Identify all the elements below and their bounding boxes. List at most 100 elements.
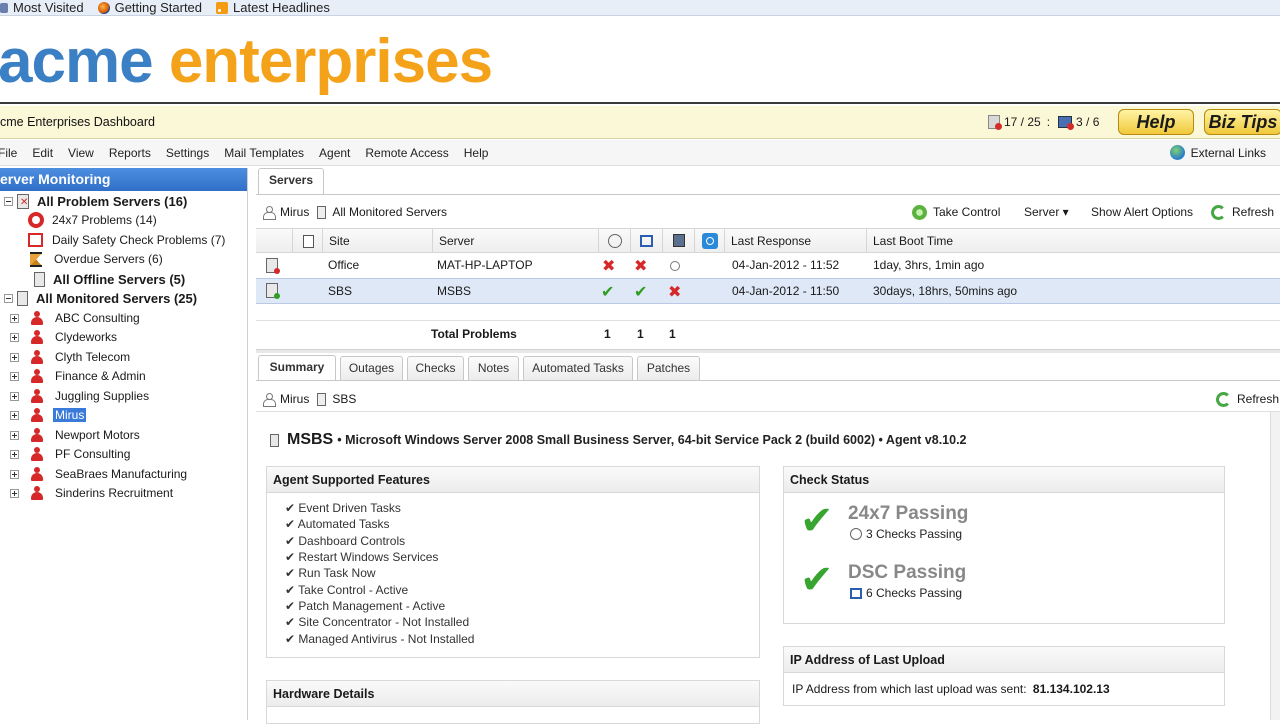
pass-tick-icon: ✔ bbox=[634, 284, 648, 301]
tree-overdue-servers[interactable]: Overdue Servers (6) bbox=[28, 250, 163, 268]
clock-icon bbox=[850, 528, 862, 540]
status-24x7-sub: 3 Checks Passing bbox=[850, 527, 962, 541]
tab-outages[interactable]: Outages bbox=[340, 356, 403, 380]
col-last-response[interactable]: Last Response bbox=[724, 229, 866, 253]
server-icon bbox=[17, 290, 28, 306]
status-24x7-count: 3 Checks Passing bbox=[866, 527, 963, 541]
panel-splitter[interactable] bbox=[256, 349, 1280, 353]
tab-servers[interactable]: Servers bbox=[258, 168, 324, 194]
expand-icon[interactable] bbox=[10, 488, 19, 498]
problem-count[interactable]: 17 / 25 bbox=[1004, 115, 1041, 129]
tree-label: Juggling Supplies bbox=[55, 389, 150, 403]
show-alert-options-button[interactable]: Show Alert Options bbox=[1091, 205, 1193, 219]
tree-client-selected[interactable]: Mirus bbox=[10, 406, 87, 424]
tree-client[interactable]: Clydeworks bbox=[10, 328, 117, 346]
tree-client[interactable]: Finance & Admin bbox=[10, 367, 146, 385]
col-server[interactable]: Server bbox=[432, 229, 598, 253]
feature-item: ✔ Patch Management - Active bbox=[285, 599, 446, 613]
menu-reports[interactable]: Reports bbox=[109, 146, 151, 160]
bookmark-latest-headlines[interactable]: Latest Headlines bbox=[216, 0, 330, 15]
total-status: 1 bbox=[669, 327, 676, 341]
menu-agent[interactable]: Agent bbox=[319, 146, 350, 160]
client-icon bbox=[29, 388, 45, 404]
row-server-icon bbox=[266, 279, 280, 306]
tree-client[interactable]: SeaBraes Manufacturing bbox=[10, 465, 187, 483]
tree-all-offline-servers[interactable]: All Offline Servers (5) bbox=[14, 270, 185, 288]
tab-automated-tasks[interactable]: Automated Tasks bbox=[523, 356, 633, 380]
take-control-label: Take Control bbox=[933, 205, 1001, 219]
expand-icon[interactable] bbox=[10, 371, 19, 381]
biz-tips-button[interactable]: Biz Tips bbox=[1204, 109, 1280, 135]
refresh-button[interactable]: Refresh bbox=[1211, 204, 1274, 220]
col-power[interactable] bbox=[694, 229, 724, 253]
col-status[interactable] bbox=[662, 229, 694, 253]
tab-patches[interactable]: Patches bbox=[637, 356, 700, 380]
help-button[interactable]: Help bbox=[1118, 109, 1194, 135]
table-row-selected[interactable]: SBS MSBS ✔ ✔ ✖ 04-Jan-2012 - 11:50 30day… bbox=[256, 278, 1280, 304]
expand-icon[interactable] bbox=[10, 410, 19, 420]
menu-bar: File Edit View Reports Settings Mail Tem… bbox=[0, 140, 1280, 166]
tree-client[interactable]: ABC Consulting bbox=[10, 309, 140, 327]
menu-mail-templates[interactable]: Mail Templates bbox=[224, 146, 304, 160]
table-row[interactable]: Office MAT-HP-LAPTOP ✖ ✖ 04-Jan-2012 - 1… bbox=[256, 253, 1280, 279]
tree-client[interactable]: Clyth Telecom bbox=[10, 348, 130, 366]
ip-label: IP Address from which last upload was se… bbox=[792, 682, 1027, 696]
col-dsc[interactable] bbox=[630, 229, 662, 253]
detail-refresh-button[interactable]: Refresh bbox=[1216, 391, 1279, 407]
external-links[interactable]: External Links bbox=[1169, 145, 1266, 160]
expand-icon[interactable] bbox=[10, 352, 19, 362]
collapse-icon[interactable] bbox=[4, 196, 13, 206]
rss-icon bbox=[216, 1, 229, 14]
menu-edit[interactable]: Edit bbox=[32, 146, 53, 160]
status-dsc-count: 6 Checks Passing bbox=[866, 586, 963, 600]
menu-help[interactable]: Help bbox=[464, 146, 489, 160]
status-dsc-title: DSC Passing bbox=[848, 562, 967, 583]
tree-all-monitored-servers[interactable]: All Monitored Servers (25) bbox=[4, 289, 197, 307]
tab-summary[interactable]: Summary bbox=[258, 355, 336, 381]
detail-scrollbar[interactable] bbox=[1270, 412, 1280, 720]
server-menu-button[interactable]: Server ▾ bbox=[1024, 205, 1069, 219]
menu-file[interactable]: File bbox=[0, 146, 17, 160]
clock-icon bbox=[607, 234, 622, 248]
ip-value: 81.134.102.13 bbox=[1032, 682, 1110, 696]
expand-icon[interactable] bbox=[10, 469, 19, 479]
expand-icon[interactable] bbox=[10, 430, 19, 440]
bookmark-most-visited[interactable]: Most Visited bbox=[0, 0, 84, 15]
take-control-button[interactable]: Take Control bbox=[912, 204, 1001, 220]
server-status-icon bbox=[672, 234, 685, 247]
agent-features-panel: Agent Supported Features ✔ Event Driven … bbox=[266, 466, 760, 658]
total-dsc: 1 bbox=[637, 327, 644, 341]
tree-dsc-problems[interactable]: Daily Safety Check Problems (7) bbox=[28, 231, 225, 249]
tree-client[interactable]: PF Consulting bbox=[10, 445, 130, 463]
menu-settings[interactable]: Settings bbox=[166, 146, 209, 160]
feature-item: ✔ Site Concentrator - Not Installed bbox=[285, 615, 470, 629]
col-24x7[interactable] bbox=[598, 229, 630, 253]
menu-view[interactable]: View bbox=[68, 146, 94, 160]
expand-icon[interactable] bbox=[10, 313, 19, 323]
collapse-icon[interactable] bbox=[4, 293, 13, 303]
expand-icon[interactable] bbox=[10, 391, 19, 401]
expand-icon[interactable] bbox=[10, 449, 19, 459]
logo-banner: acme enterprises bbox=[0, 16, 1280, 104]
menu-remote-access[interactable]: Remote Access bbox=[365, 146, 448, 160]
tree-all-problem-servers[interactable]: All Problem Servers (16) bbox=[4, 192, 187, 210]
col-last-boot[interactable]: Last Boot Time bbox=[866, 229, 1266, 253]
tree-24x7-problems[interactable]: 24x7 Problems (14) bbox=[28, 211, 157, 229]
server-tree: erver Monitoring All Problem Servers (16… bbox=[0, 168, 248, 720]
tree-label: All Problem Servers (16) bbox=[37, 193, 188, 209]
server-description: • Microsoft Windows Server 2008 Small Bu… bbox=[337, 433, 967, 447]
tree-client[interactable]: Newport Motors bbox=[10, 426, 140, 444]
panel-title: Check Status bbox=[784, 467, 1224, 493]
expand-icon[interactable] bbox=[10, 332, 19, 342]
tree-client[interactable]: Juggling Supplies bbox=[10, 387, 149, 405]
client-icon bbox=[29, 485, 45, 501]
cell-site: Office bbox=[328, 258, 360, 272]
offline-count[interactable]: 3 / 6 bbox=[1076, 115, 1099, 129]
col-site[interactable]: Site bbox=[322, 229, 432, 253]
bookmark-getting-started[interactable]: Getting Started bbox=[97, 0, 202, 15]
tab-notes[interactable]: Notes bbox=[468, 356, 519, 380]
tree-client[interactable]: Sinderins Recruitment bbox=[10, 484, 173, 502]
col-notes[interactable] bbox=[292, 229, 324, 253]
check-passing-icon: ✔ bbox=[800, 499, 834, 543]
tab-checks[interactable]: Checks bbox=[407, 356, 464, 380]
